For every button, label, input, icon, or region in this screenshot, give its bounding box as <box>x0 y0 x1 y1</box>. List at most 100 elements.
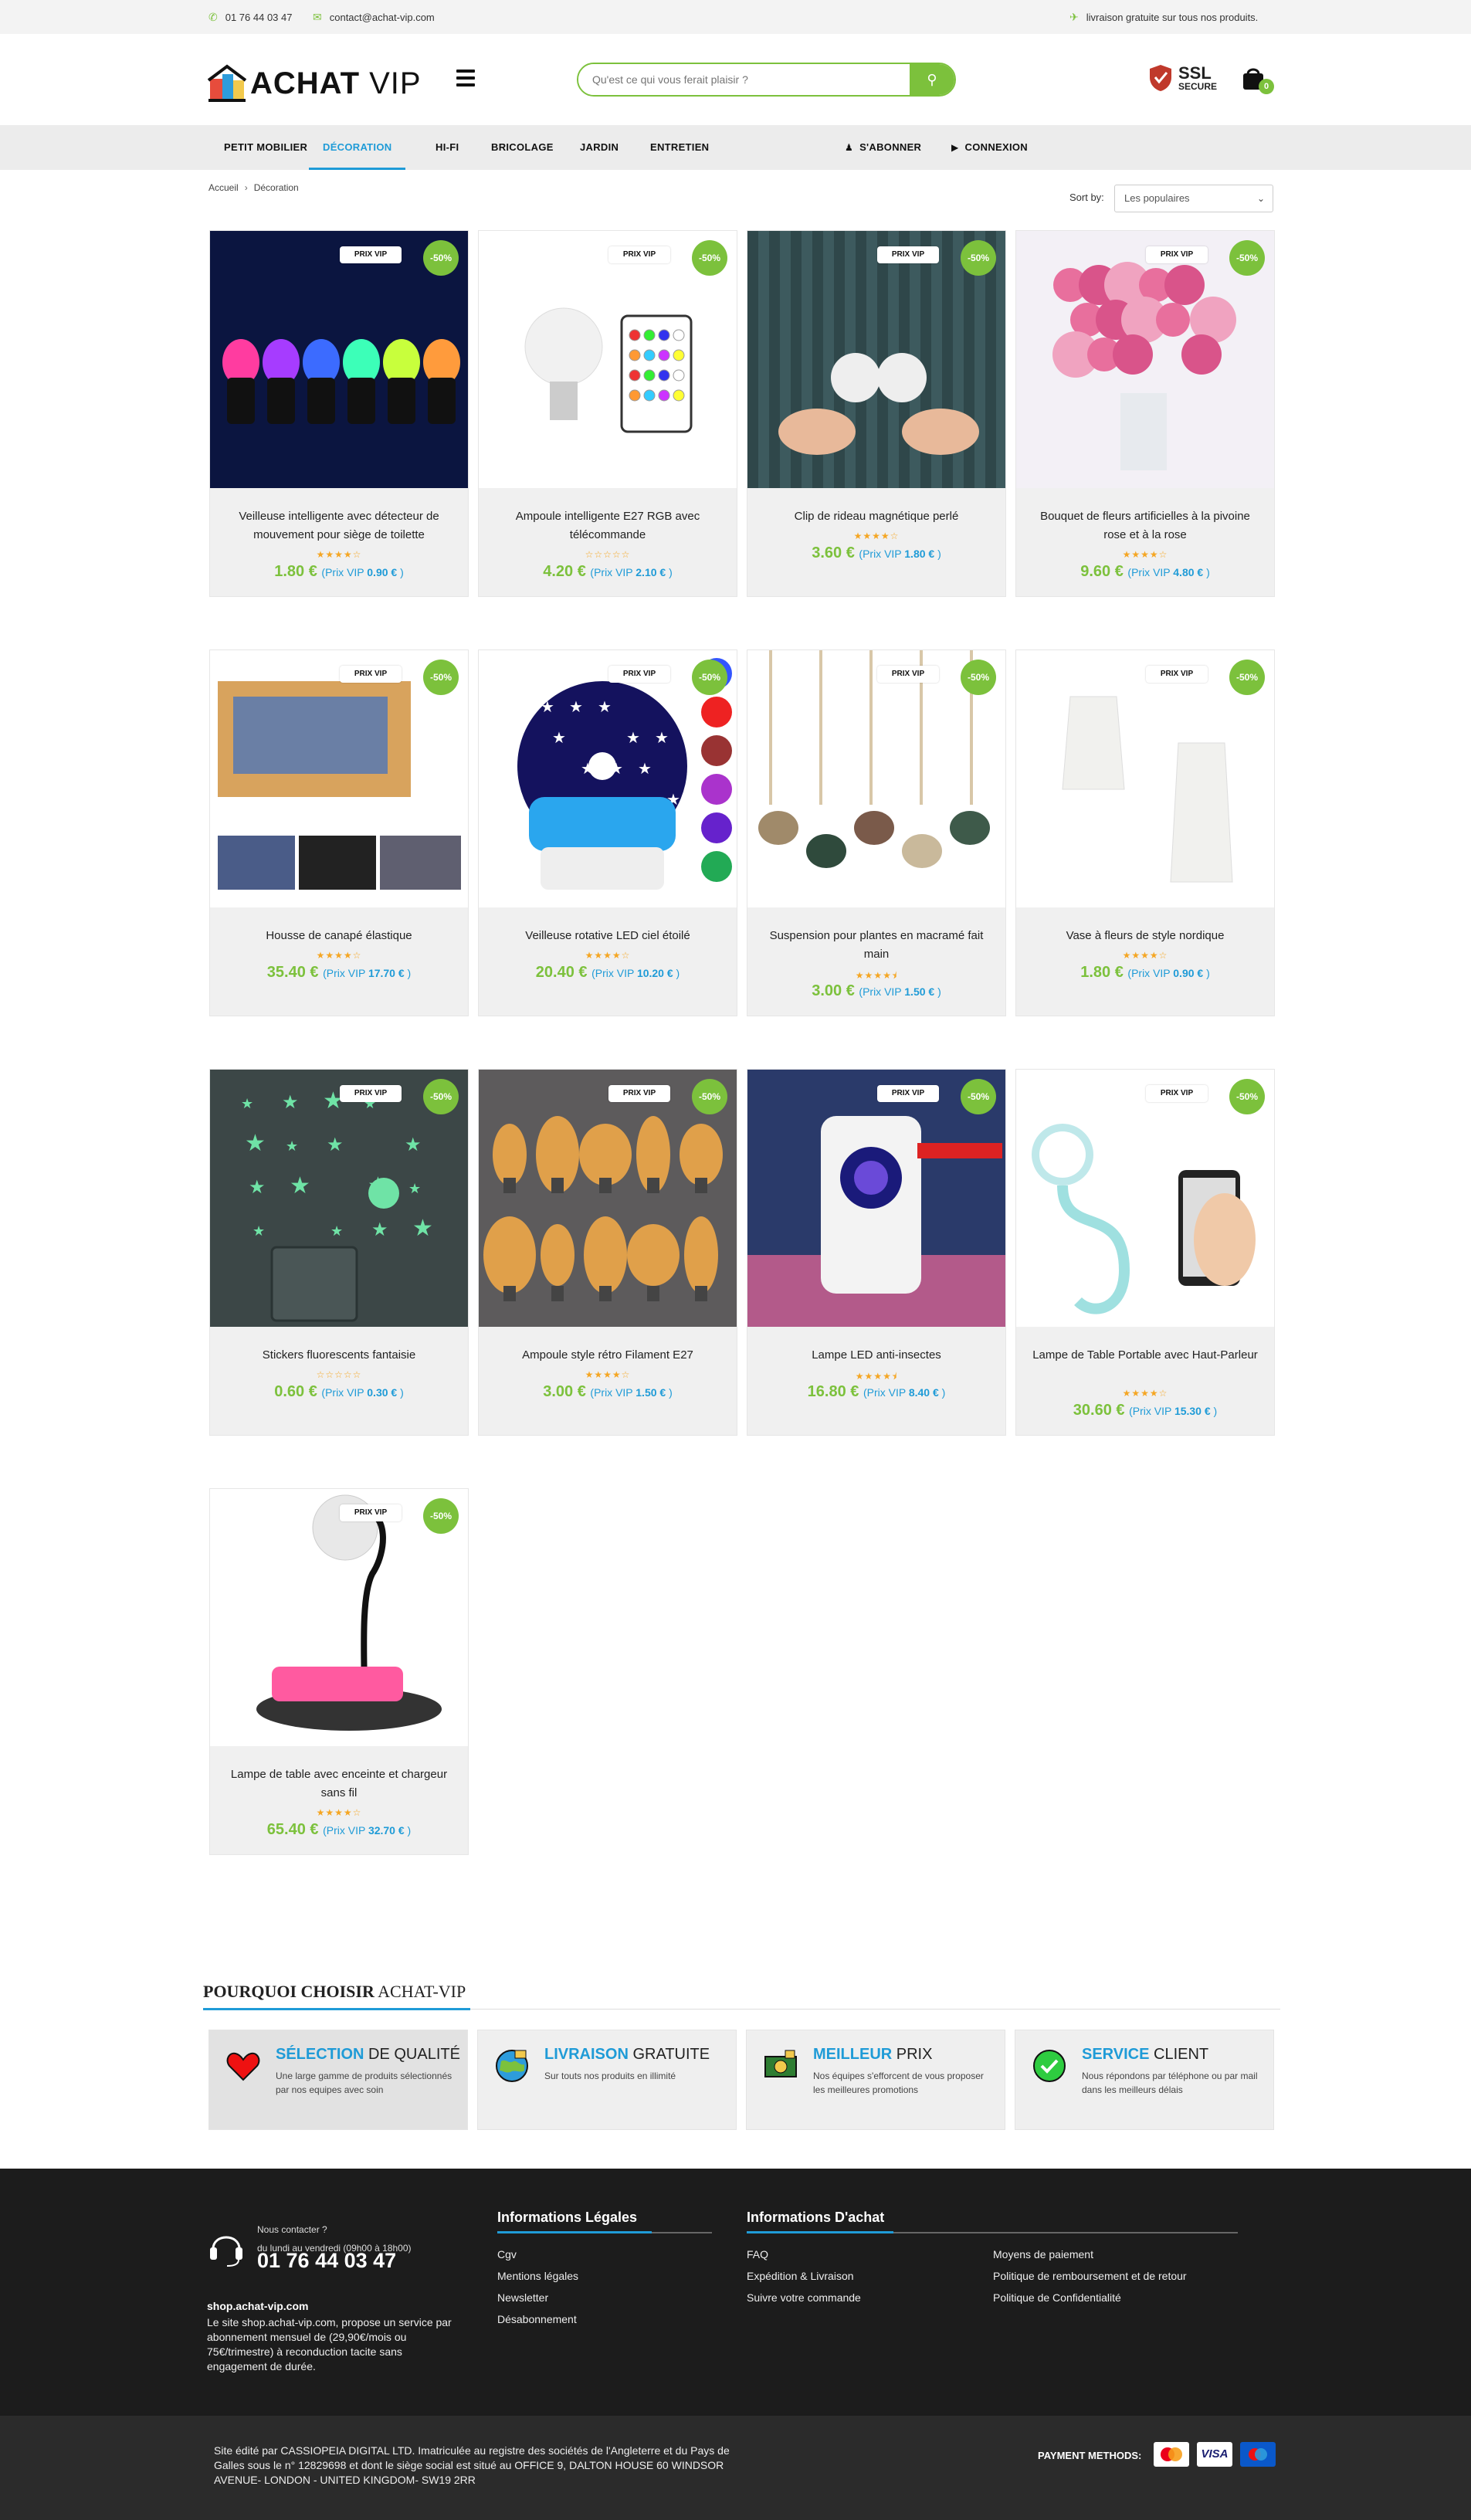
user-icon: ♟ <box>845 142 854 153</box>
sort-select[interactable]: Les populaires ⌄ <box>1114 185 1273 212</box>
globe-delivery-icon <box>496 2050 528 2082</box>
footer-link-faq[interactable]: FAQ <box>747 2248 768 2261</box>
breadcrumb-separator: › <box>244 182 248 193</box>
rating-stars: ★★★★☆ <box>1122 549 1168 560</box>
product-title[interactable]: Lampe LED anti-insectes <box>763 1346 990 1365</box>
product-card[interactable]: PRIX VIP -50% Veilleuse intelligente ave… <box>209 230 469 597</box>
discount-badge: -50% <box>961 240 996 276</box>
menu-toggle-button[interactable] <box>456 70 475 86</box>
footer-link-shipping[interactable]: Expédition & Livraison <box>747 2270 854 2282</box>
discount-badge: -50% <box>423 240 459 276</box>
money-icon <box>764 2050 797 2077</box>
product-title[interactable]: Ampoule style rétro Filament E27 <box>494 1346 721 1365</box>
product-title[interactable]: Housse de canapé élastique <box>225 927 452 945</box>
product-card[interactable]: PRIX VIP -50% Lampe LED anti-insectes ★★… <box>747 1069 1006 1436</box>
discount-badge: -50% <box>961 1079 996 1114</box>
search-input[interactable] <box>578 64 910 95</box>
product-card[interactable]: PRIX VIP -50% Lampe de table avec encein… <box>209 1488 469 1855</box>
cart-button[interactable]: 0 <box>1240 65 1274 96</box>
svg-text:★: ★ <box>327 1135 344 1155</box>
vip-price-badge: PRIX VIP <box>1146 666 1208 683</box>
footer-link-refund[interactable]: Politique de remboursement et de retour <box>993 2270 1187 2282</box>
sort-label: Sort by: <box>1069 192 1104 203</box>
product-card[interactable]: ★ ★ ★ ★ ★ ★ ★ ★ ★ ★ PRIX VIP -50% Veilleuse rotat… <box>478 650 737 1016</box>
vip-price-badge: PRIX VIP <box>608 666 670 683</box>
footer-link-cgv[interactable]: Cgv <box>497 2248 517 2261</box>
discount-badge: -50% <box>692 660 727 695</box>
vip-price-badge: PRIX VIP <box>608 246 670 263</box>
product-card[interactable]: ★★★★★★★★★★★★★★★★ PRIX VIP -50% Stickers … <box>209 1069 469 1436</box>
nav-item-jardin[interactable]: JARDIN <box>580 125 619 170</box>
product-title[interactable]: Veilleuse rotative LED ciel étoilé <box>494 927 721 945</box>
product-card[interactable]: PRIX VIP -50% Vase à fleurs de style nor… <box>1015 650 1275 1016</box>
nav-item-entretien[interactable]: ENTRETIEN <box>650 125 709 170</box>
nav-login[interactable]: ▶ CONNEXION <box>951 125 1028 170</box>
product-price: 0.60 € (Prix VIP 0.30 € ) <box>274 1383 404 1400</box>
product-title[interactable]: Ampoule intelligente E27 RGB avec téléco… <box>494 507 721 544</box>
svg-text:★: ★ <box>655 730 669 747</box>
product-title[interactable]: Clip de rideau magnétique perlé <box>763 507 990 526</box>
vip-price: (Prix VIP 32.70 € ) <box>323 1824 412 1837</box>
product-title[interactable]: Lampe de Table Portable avec Haut-Parleu… <box>1032 1346 1259 1365</box>
vip-price-badge: PRIX VIP <box>877 1085 939 1102</box>
footer-phone[interactable]: 01 76 44 03 47 <box>257 2249 396 2273</box>
product-card[interactable]: PRIX VIP -50% Bouquet de fleurs artifici… <box>1015 230 1275 597</box>
bottom-bar: Site édité par CASSIOPEIA DIGITAL LTD. I… <box>0 2416 1471 2520</box>
footer-link-privacy[interactable]: Politique de Confidentialité <box>993 2291 1121 2304</box>
footer-purchase-title: Informations D'achat <box>747 2210 885 2225</box>
footer-site-name: shop.achat-vip.com <box>207 2300 309 2312</box>
footer-link-payment[interactable]: Moyens de paiement <box>993 2248 1093 2261</box>
product-card[interactable]: PRIX VIP -50% Lampe de Table Portable av… <box>1015 1069 1275 1436</box>
logo-text: ACHAT VIP <box>250 66 422 100</box>
nav-item-bricolage[interactable]: BRICOLAGE <box>491 125 554 170</box>
product-title[interactable]: Veilleuse intelligente avec détecteur de… <box>225 507 452 544</box>
footer-link-newsletter[interactable]: Newsletter <box>497 2291 548 2304</box>
product-title[interactable]: Vase à fleurs de style nordique <box>1032 927 1259 945</box>
rating-stars: ★★★★☆ <box>316 549 362 560</box>
svg-text:★: ★ <box>405 1135 422 1155</box>
rating-stars: ★★★★☆ <box>853 531 900 541</box>
headset-icon <box>210 2236 242 2267</box>
top-bar: ✆ 01 76 44 03 47 ✉ contact@achat-vip.com… <box>0 0 1471 34</box>
search-button[interactable]: ⚲ <box>910 64 954 95</box>
product-title[interactable]: Suspension pour plantes en macramé fait … <box>763 927 990 964</box>
search-icon: ⚲ <box>927 71 937 87</box>
product-price: 9.60 € (Prix VIP 4.80 € ) <box>1080 563 1210 580</box>
svg-text:★: ★ <box>290 1173 310 1199</box>
product-card[interactable]: PRIX VIP -50% Ampoule style rétro Filame… <box>478 1069 737 1436</box>
nav-subscribe[interactable]: ♟ S'ABONNER <box>845 125 921 170</box>
svg-text:★: ★ <box>282 1092 299 1113</box>
topbar-phone[interactable]: ✆ 01 76 44 03 47 <box>208 0 292 34</box>
footer-link-unsubscribe[interactable]: Désabonnement <box>497 2313 577 2325</box>
shield-icon <box>1150 65 1171 91</box>
site-logo[interactable]: ACHAT VIP <box>207 60 422 107</box>
discount-badge: -50% <box>1229 1079 1265 1114</box>
footer-link-mentions[interactable]: Mentions légales <box>497 2270 578 2282</box>
product-card[interactable]: PRIX VIP -50% Clip de rideau magnétique … <box>747 230 1006 597</box>
topbar-email[interactable]: ✉ contact@achat-vip.com <box>313 0 435 34</box>
vip-price-badge: PRIX VIP <box>340 1504 402 1521</box>
nav-item-petit-mobilier[interactable]: PETIT MOBILIER <box>224 125 307 170</box>
nav-item-decoration[interactable]: DÉCORATION <box>309 125 406 170</box>
product-card[interactable]: PRIX VIP -50% Housse de canapé élastique… <box>209 650 469 1016</box>
product-title[interactable]: Stickers fluorescents fantaisie <box>225 1346 452 1365</box>
breadcrumb-home[interactable]: Accueil <box>208 182 239 193</box>
logo-house-icon <box>207 64 247 102</box>
rating-stars: ☆☆☆☆☆ <box>316 1369 362 1380</box>
product-card[interactable]: PRIX VIP -50% Ampoule intelligente E27 R… <box>478 230 737 597</box>
legal-notice: Site édité par CASSIOPEIA DIGITAL LTD. I… <box>214 2444 730 2486</box>
rating-stars: ★★★★☆ <box>316 1807 362 1818</box>
vip-price-badge: PRIX VIP <box>1146 246 1208 263</box>
nav-item-hifi[interactable]: HI-FI <box>436 125 459 170</box>
product-price: 3.60 € (Prix VIP 1.80 € ) <box>812 544 941 561</box>
vip-price-badge: PRIX VIP <box>1146 1085 1208 1102</box>
footer-link-tracking[interactable]: Suivre votre commande <box>747 2291 861 2304</box>
rating-stars: ★★★★☆ <box>1122 950 1168 961</box>
why-box-price: MEILLEUR PRIX Nos équipes s'efforcent de… <box>746 2030 1005 2130</box>
product-card[interactable]: PRIX VIP -50% Suspension pour plantes en… <box>747 650 1006 1016</box>
search-bar: ⚲ <box>577 63 956 97</box>
product-title[interactable]: Lampe de table avec enceinte et chargeur… <box>225 1765 452 1803</box>
rating-stars: ★★★★☆ <box>585 950 631 961</box>
product-title[interactable]: Bouquet de fleurs artificielles à la piv… <box>1032 507 1259 544</box>
cart-count-badge: 0 <box>1259 79 1274 94</box>
